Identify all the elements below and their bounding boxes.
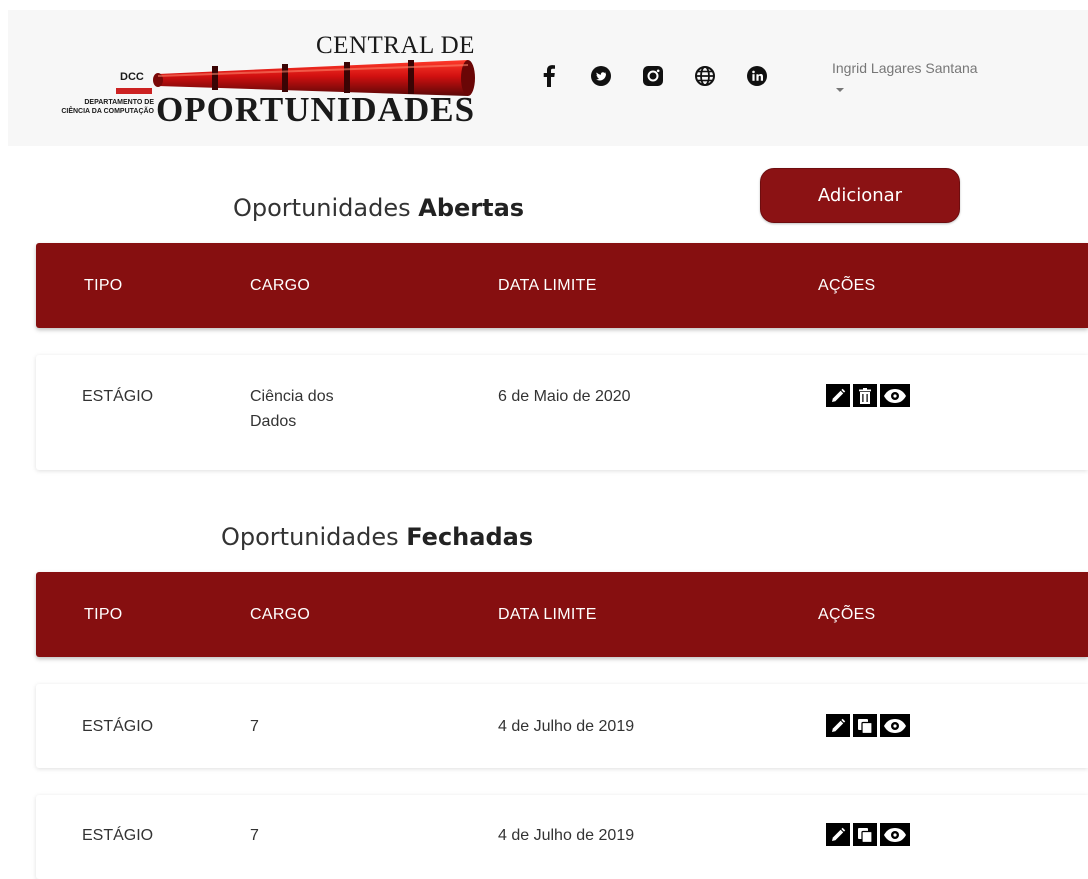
cell-cargo: 7 [250,718,259,735]
view-icon[interactable] [880,823,910,846]
cell-data-limite: 6 de Maio de 2020 [498,388,631,405]
user-menu[interactable]: Ingrid Lagares Santana [832,60,978,92]
logo-dcc: DCC [120,71,144,83]
edit-icon[interactable] [826,384,850,407]
logo-title-bottom: OPORTUNIDADES [156,90,476,129]
edit-icon[interactable] [826,714,850,737]
edit-icon[interactable] [826,823,850,846]
open-title-prefix: Oportunidades [233,194,419,222]
logo-dept-line2: CIÊNCIA DA COMPUTAÇÃO [61,108,154,115]
chevron-down-icon[interactable] [836,88,844,92]
cell-tipo: ESTÁGIO [82,827,154,844]
table-row: ESTÁGIO 7 4 de Julho de 2019 [36,684,1088,768]
view-icon[interactable] [880,714,910,737]
cell-data-limite: 4 de Julho de 2019 [498,827,635,844]
column-header-data-limite: DATA LIMITE [498,277,597,294]
logo-department: DEPARTAMENTO DE CIÊNCIA DA COMPUTAÇÃO [8,98,154,116]
site-logo[interactable]: CENTRAL DE DCC DEPARTAMENTO DE CIÊNCIA D… [8,10,488,146]
cell-cargo: Ciência dos Dados [250,388,334,430]
row-actions [826,384,910,407]
open-table-header: TIPO CARGO DATA LIMITE AÇÕES [36,243,1088,328]
column-header-acoes: AÇÕES [818,606,876,623]
open-section-title: Oportunidades Abertas [233,194,524,222]
column-header-cargo: CARGO [250,277,311,294]
logo-dept-line1: DEPARTAMENTO DE [84,99,154,106]
twitter-icon[interactable] [575,64,627,88]
row-actions [826,823,910,846]
closed-title-prefix: Oportunidades [221,523,407,551]
closed-table-header: TIPO CARGO DATA LIMITE AÇÕES [36,572,1088,657]
open-title-strong: Abertas [418,194,525,222]
row-actions [826,714,910,737]
closed-title-strong: Fechadas [406,523,534,551]
table-row: ESTÁGIO 7 4 de Julho de 2019 [36,795,1088,879]
social-links [523,64,783,88]
cell-tipo: ESTÁGIO [82,388,154,405]
cell-tipo: ESTÁGIO [82,718,154,735]
site-header: CENTRAL DE DCC DEPARTAMENTO DE CIÊNCIA D… [8,10,1088,146]
column-header-tipo: TIPO [84,277,123,294]
cell-cargo: 7 [250,827,259,844]
add-button[interactable]: Adicionar [760,168,960,223]
column-header-cargo: CARGO [250,606,311,623]
table-row: ESTÁGIO Ciência dos Dados 6 de Maio de 2… [36,355,1088,470]
cell-data-limite: 4 de Julho de 2019 [498,718,635,735]
globe-icon[interactable] [679,64,731,88]
column-header-tipo: TIPO [84,606,123,623]
closed-section-title: Oportunidades Fechadas [221,523,533,551]
user-name[interactable]: Ingrid Lagares Santana [832,60,978,76]
delete-icon[interactable] [853,384,877,407]
copy-icon[interactable] [853,714,877,737]
view-icon[interactable] [880,384,910,407]
facebook-icon[interactable] [523,64,575,88]
column-header-acoes: AÇÕES [818,277,876,294]
instagram-icon[interactable] [627,64,679,88]
copy-icon[interactable] [853,823,877,846]
logo-dcc-bar [116,88,152,94]
column-header-data-limite: DATA LIMITE [498,606,597,623]
linkedin-icon[interactable] [731,64,783,88]
